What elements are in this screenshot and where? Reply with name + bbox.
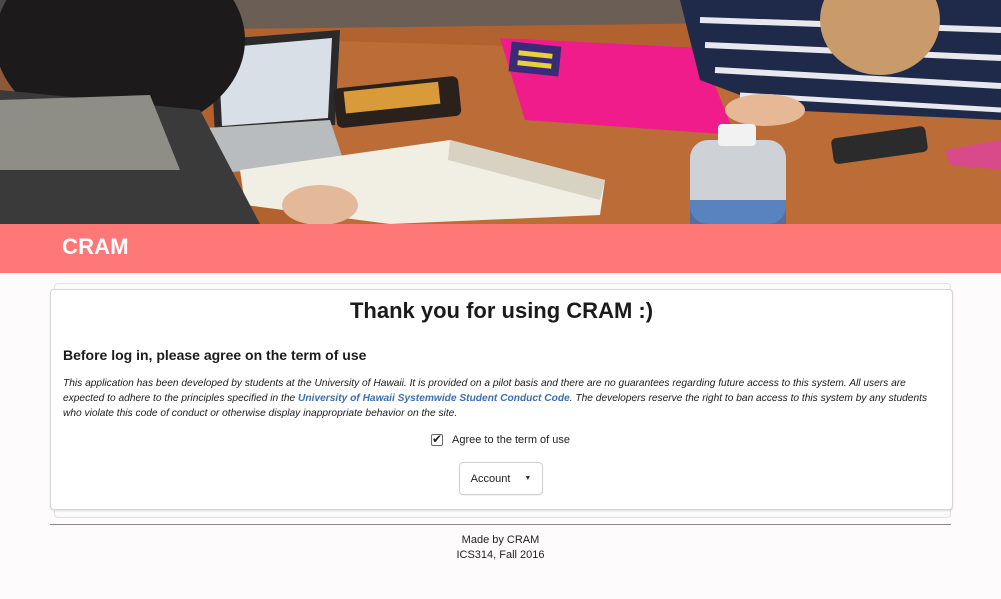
caret-down-icon: ▼: [524, 475, 532, 482]
conduct-code-link[interactable]: University of Hawaii Systemwide Student …: [298, 393, 570, 404]
hero-banner: [0, 0, 1001, 224]
footer-course: ICS314, Fall 2016: [456, 549, 545, 561]
brand-bar: CRAM: [0, 224, 1001, 273]
card-subtitle: Before log in, please agree on the term …: [63, 347, 367, 363]
checkmark-icon: ✔: [432, 432, 443, 446]
footer-divider: [50, 524, 951, 525]
footer-made-by: Made by CRAM: [461, 534, 540, 546]
account-button-label: Account: [470, 472, 511, 485]
agree-row[interactable]: ✔ Agree to the term of use: [431, 432, 570, 448]
agree-label[interactable]: Agree to the term of use: [452, 434, 570, 446]
terms-card: Thank you for using CRAM :) Before log i…: [50, 289, 953, 510]
account-dropdown-button[interactable]: Account ▼: [459, 462, 543, 495]
agree-checkbox[interactable]: ✔: [431, 432, 443, 446]
terms-text: This application has been developed by s…: [63, 376, 943, 421]
brand-title[interactable]: CRAM: [62, 234, 129, 260]
students-studying-photo: [0, 0, 1001, 224]
card-title: Thank you for using CRAM :): [349, 298, 654, 323]
